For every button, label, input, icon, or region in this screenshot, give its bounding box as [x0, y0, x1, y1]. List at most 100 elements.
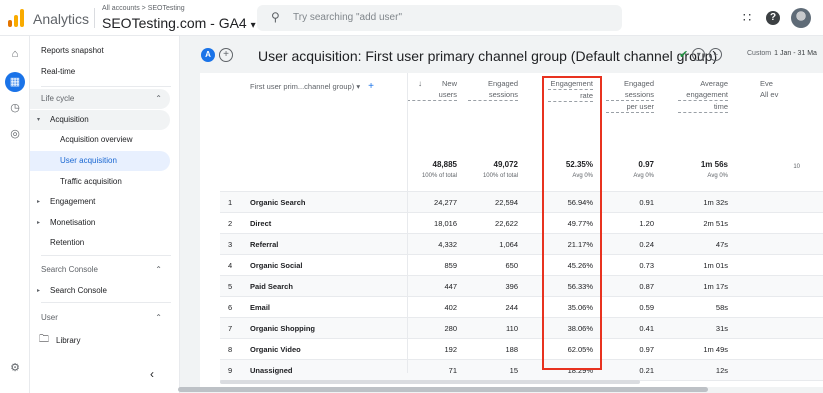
nav-traffic-acquisition[interactable]: Traffic acquisition — [30, 172, 170, 192]
row-index: 4 — [228, 261, 233, 270]
nav-label: Retention — [50, 238, 85, 247]
table-row[interactable]: 1 Organic Search 24,277 22,594 56.94% 0.91 1m … — [220, 191, 823, 212]
nav-section-lifecycle[interactable]: Life cycle ⌃ — [30, 89, 170, 109]
nav-library[interactable]: 🗀 Library — [30, 331, 170, 351]
help-icon[interactable]: ? — [766, 11, 780, 25]
chevron-down-icon: ▾ — [250, 20, 256, 31]
channel-name: Unassigned — [250, 366, 293, 375]
divider — [41, 255, 171, 256]
row-index: 9 — [228, 366, 233, 375]
col-label: Engaged — [623, 79, 654, 88]
total-sub: Avg 0% — [707, 173, 728, 179]
nav-search-console[interactable]: ▸ Search Console — [30, 281, 170, 301]
reports-icon[interactable]: ▦ — [5, 72, 25, 92]
column-header-event-count[interactable]: Eve All ev — [760, 78, 800, 100]
home-icon[interactable]: ⌂ — [5, 44, 25, 64]
column-header-engaged-sessions[interactable]: Engaged sessions — [468, 78, 518, 101]
nav-label: Search Console — [50, 286, 107, 295]
cell-per-user: 0.24 — [639, 240, 654, 249]
cell-engaged-sessions: 244 — [505, 303, 518, 312]
channel-name: Direct — [250, 219, 272, 228]
account-selector[interactable]: SEOTesting.com - GA4 ▾ — [102, 15, 256, 31]
app-title: Analytics — [33, 11, 90, 27]
table-row[interactable]: 5 Paid Search 447 396 56.33% 0.87 1m 17s — [220, 275, 823, 296]
table-row[interactable]: 4 Organic Social 859 650 45.26% 0.73 1m 01s — [220, 254, 823, 275]
comparison-badge[interactable]: A — [201, 48, 215, 62]
date-range-label: Custom — [747, 50, 772, 57]
cell-avg-time: 31s — [715, 324, 728, 333]
cell-avg-time: 47s — [715, 240, 728, 249]
nav-label: Library — [56, 336, 81, 345]
horizontal-scrollbar[interactable] — [220, 380, 823, 384]
nav-retention[interactable]: Retention — [30, 233, 170, 253]
nav-user-acquisition[interactable]: User acquisition — [30, 151, 170, 171]
cell-new-users: 402 — [444, 303, 457, 312]
column-header-avg-engagement-time[interactable]: Average engagement time — [678, 78, 728, 113]
cell-engaged-sessions: 22,594 — [495, 198, 518, 207]
search-input[interactable]: Try searching "add user" — [293, 12, 402, 23]
search-bar[interactable]: ⚲ Try searching "add user" — [257, 5, 622, 31]
total-event-count: 10 — [760, 160, 800, 170]
total-sessions-per-user: 0.97 Avg 0% — [606, 160, 654, 179]
nav-monetisation[interactable]: ▸ Monetisation — [30, 213, 170, 233]
total-sub: 100% of total — [421, 173, 457, 179]
col-label: engagement — [678, 89, 728, 101]
column-header-new-users[interactable]: New users — [407, 78, 457, 101]
table-row[interactable]: 6 Email 402 244 35.06% 0.59 58s — [220, 296, 823, 317]
total-sub: Avg 0% — [633, 173, 654, 179]
table-row[interactable]: 3 Referral 4,332 1,064 21.17% 0.24 47s — [220, 233, 823, 254]
cell-engaged-sessions: 396 — [505, 282, 518, 291]
analytics-logo[interactable] — [8, 9, 24, 27]
nav-acquisition-overview[interactable]: Acquisition overview — [30, 130, 170, 150]
cell-avg-time: 58s — [715, 303, 728, 312]
cell-engaged-sessions: 1,064 — [499, 240, 518, 249]
divider — [41, 86, 171, 87]
table-row[interactable]: 9 Unassigned 71 15 18.29% 0.21 12s — [220, 359, 823, 380]
scroll-thumb[interactable] — [220, 380, 640, 384]
nav-section-user[interactable]: User ⌃ — [30, 308, 170, 328]
settings-icon[interactable]: ⚙ — [5, 358, 25, 378]
nav-label: Monetisation — [50, 218, 96, 227]
account-breadcrumb[interactable]: All accounts > SEOTesting — [102, 5, 185, 12]
nav-label: Engagement — [50, 197, 96, 206]
cell-engaged-sessions: 110 — [506, 324, 518, 333]
chevron-down-icon[interactable]: ▾ — [692, 48, 706, 61]
column-divider — [407, 73, 408, 373]
advertising-icon[interactable]: ◎ — [5, 124, 25, 144]
nav-reports-snapshot[interactable]: Reports snapshot — [30, 41, 170, 61]
cell-avg-time: 1m 01s — [703, 261, 728, 270]
date-range-picker[interactable]: Custom 1 Jan - 31 Ma — [747, 50, 817, 57]
cell-new-users: 18,016 — [434, 219, 457, 228]
table-row[interactable]: 7 Organic Shopping 280 110 38.06% 0.41 31s — [220, 317, 823, 338]
dimension-header[interactable]: First user prim...channel group) ▾ + — [250, 81, 374, 92]
cell-per-user: 0.91 — [639, 198, 654, 207]
table-row[interactable]: 2 Direct 18,016 22,622 49.77% 1.20 2m 51s — [220, 212, 823, 233]
avatar[interactable] — [791, 8, 811, 28]
nav-section-search-console[interactable]: Search Console ⌃ — [30, 260, 170, 280]
explore-icon[interactable]: ◷ — [5, 98, 25, 118]
total-sub: 10 — [793, 164, 800, 170]
col-label: sessions — [468, 89, 518, 101]
row-index: 1 — [228, 198, 233, 207]
column-header-sessions-per-user[interactable]: Engaged sessions per user — [606, 78, 654, 113]
nav-realtime[interactable]: Real-time — [30, 62, 170, 82]
apps-icon[interactable]: ∷ — [739, 10, 755, 26]
table-row[interactable]: 8 Organic Video 192 188 62.05% 0.97 1m 49s — [220, 338, 823, 359]
col-label: per user — [606, 101, 654, 113]
nav-acquisition[interactable]: ▾ Acquisition — [30, 110, 170, 130]
nav-label: Real-time — [41, 67, 76, 76]
data-table: First user prim...channel group) ▾ + ↓ Ne… — [200, 73, 823, 387]
add-comparison-button[interactable]: + — [219, 48, 233, 62]
add-icon[interactable]: + — [709, 48, 723, 61]
cell-avg-time: 1m 32s — [703, 198, 728, 207]
page-horizontal-scrollbar[interactable] — [178, 387, 708, 392]
engagement-rate-highlight — [542, 76, 602, 370]
collapse-nav-icon[interactable]: ‹ — [150, 367, 154, 381]
add-dimension-icon[interactable]: + — [368, 81, 374, 92]
cell-per-user: 0.87 — [639, 282, 654, 291]
channel-name: Organic Video — [250, 345, 301, 354]
chevron-down-icon: ▾ — [356, 82, 361, 91]
nav-label: Search Console — [41, 265, 98, 274]
nav-engagement[interactable]: ▸ Engagement — [30, 192, 170, 212]
total-sub: 100% of total — [482, 173, 518, 179]
